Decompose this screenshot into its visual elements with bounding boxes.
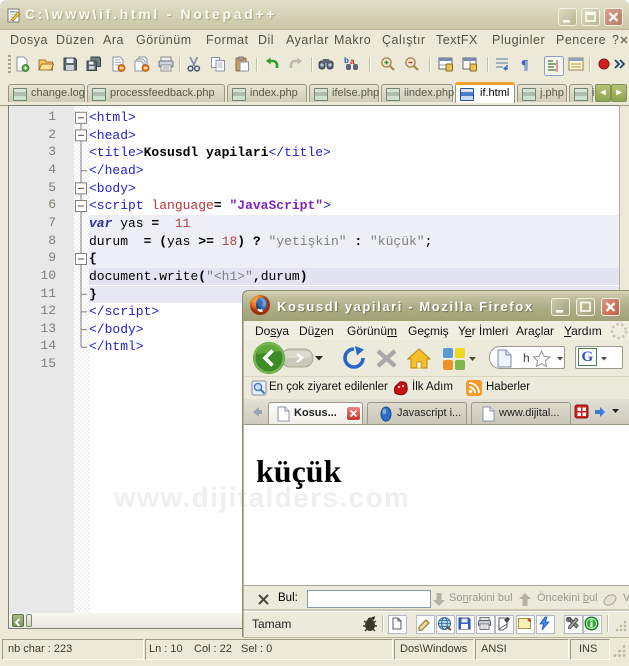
svg-text:¶: ¶: [521, 58, 529, 72]
svg-text:b: b: [344, 56, 349, 65]
